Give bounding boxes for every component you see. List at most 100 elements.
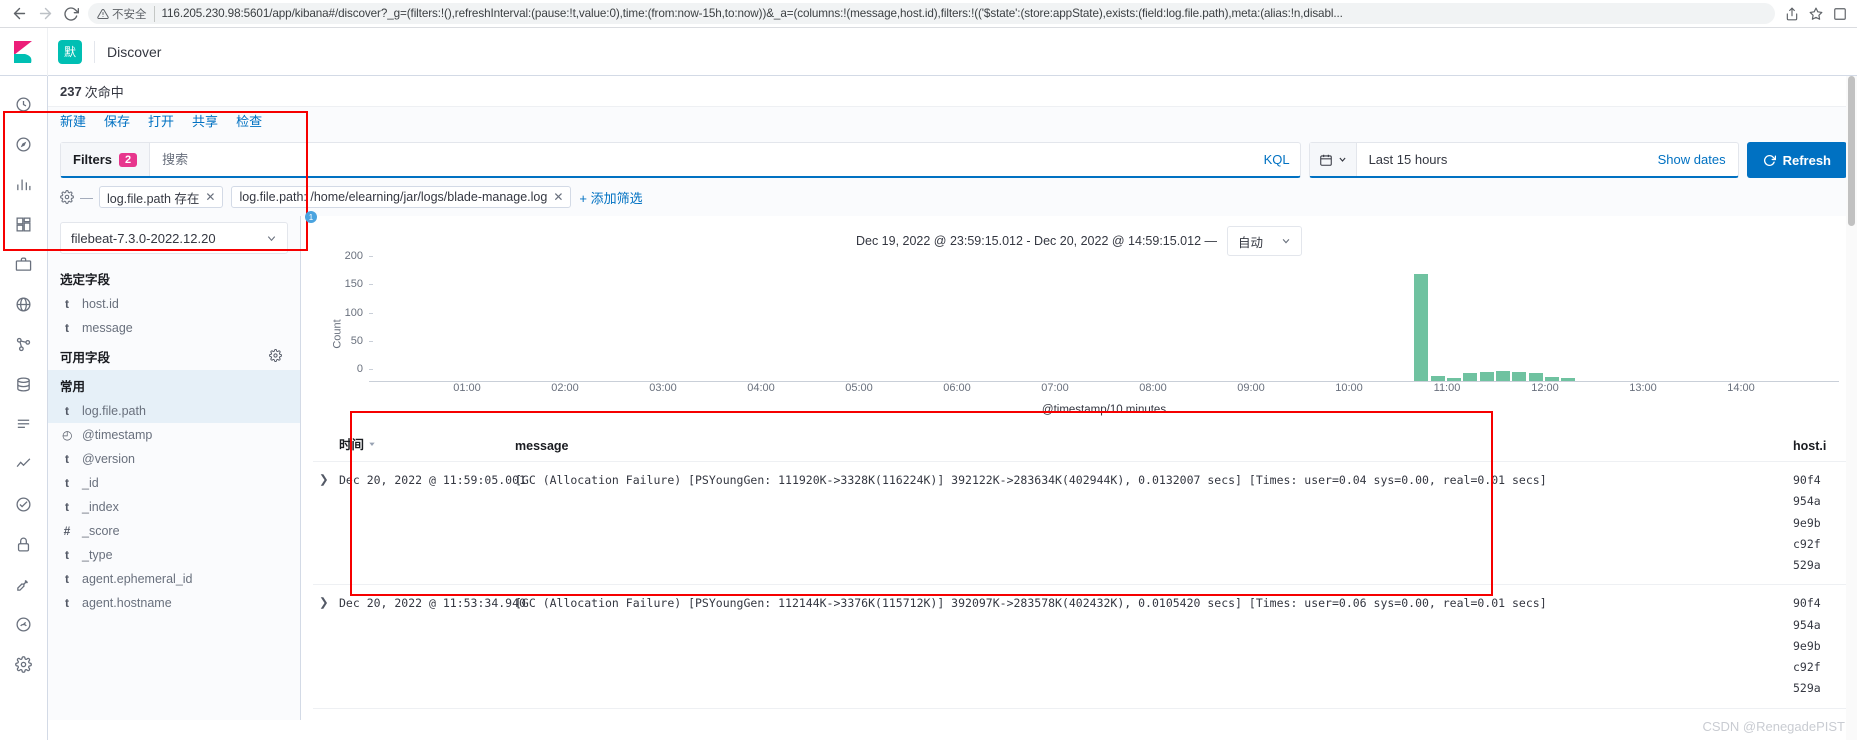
histogram-chart[interactable]: Count 0 50 100 150 200 01:00 02:00 03:00 04:00 0… bbox=[331, 250, 1839, 416]
apm-icon[interactable] bbox=[0, 444, 48, 484]
menu-save[interactable]: 保存 bbox=[104, 111, 130, 130]
space-badge[interactable]: 默 bbox=[58, 39, 82, 64]
field-name: @timestamp bbox=[82, 428, 153, 442]
field-index[interactable]: t _index bbox=[48, 495, 300, 519]
add-filter-button[interactable]: + 添加筛选 bbox=[579, 188, 642, 207]
address-bar[interactable]: 不安全 116.205.230.98:5601/app/kibana#/disc… bbox=[88, 3, 1775, 24]
field-agent-hostname[interactable]: t agent.hostname bbox=[48, 591, 300, 615]
chart-y-tick: 150 bbox=[345, 278, 374, 290]
field-name: @version bbox=[82, 452, 135, 466]
filter-options-gear-icon[interactable] bbox=[60, 190, 78, 204]
chart-bar[interactable] bbox=[1463, 373, 1478, 381]
hits-count-row: 237 次命中 bbox=[48, 76, 1857, 106]
expand-row-icon[interactable]: ❯ bbox=[313, 593, 339, 614]
field-type-icon: t bbox=[65, 548, 69, 562]
chevron-down-icon bbox=[1282, 238, 1290, 244]
chart-y-tick: 50 bbox=[351, 335, 374, 347]
reload-button[interactable] bbox=[58, 3, 84, 25]
share-icon[interactable] bbox=[1781, 3, 1803, 25]
filter-pill-exists-label: log.file.path 存在 bbox=[107, 191, 200, 206]
scrollbar-thumb[interactable] bbox=[1848, 76, 1855, 226]
recently-viewed-icon[interactable] bbox=[0, 84, 48, 124]
calendar-icon bbox=[1319, 154, 1332, 166]
management-gear-icon[interactable] bbox=[0, 644, 48, 684]
machine-learning-icon[interactable] bbox=[0, 324, 48, 364]
field-type[interactable]: t _type bbox=[48, 543, 300, 567]
chart-x-axis-label: @timestamp/10 minutes bbox=[1041, 404, 1167, 416]
siem-lock-icon[interactable] bbox=[0, 524, 48, 564]
column-message[interactable]: message bbox=[515, 439, 1793, 453]
field-version[interactable]: t @version bbox=[48, 447, 300, 471]
field-log-file-path[interactable]: t log.file.path bbox=[48, 399, 300, 423]
field-settings-gear-icon[interactable] bbox=[269, 348, 288, 365]
field-name: message bbox=[82, 321, 133, 335]
extensions-icon[interactable] bbox=[1829, 3, 1851, 25]
interval-select[interactable]: 自动 bbox=[1227, 226, 1303, 256]
menu-open[interactable]: 打开 bbox=[148, 111, 174, 130]
warning-triangle-icon bbox=[97, 8, 109, 19]
index-pattern-select[interactable]: filebeat-7.3.0-2022.12.20 bbox=[60, 222, 288, 254]
page-scrollbar[interactable] bbox=[1846, 76, 1857, 740]
calendar-button[interactable] bbox=[1309, 143, 1357, 176]
field-name: agent.hostname bbox=[82, 596, 172, 610]
show-dates-button[interactable]: Show dates bbox=[1646, 143, 1738, 176]
field-host-id[interactable]: t host.id bbox=[48, 292, 300, 316]
close-icon[interactable]: ✕ bbox=[205, 190, 215, 204]
star-icon[interactable] bbox=[1805, 3, 1827, 25]
menu-new[interactable]: 新建 bbox=[60, 111, 86, 130]
filters-tab[interactable]: Filters 2 bbox=[61, 143, 151, 176]
chart-bar[interactable] bbox=[1561, 378, 1576, 381]
forward-button[interactable] bbox=[32, 3, 58, 25]
discover-icon[interactable] bbox=[0, 124, 48, 164]
field-type-icon: t bbox=[65, 452, 69, 466]
field-id[interactable]: t _id bbox=[48, 471, 300, 495]
time-range-display[interactable]: Last 15 hours bbox=[1357, 143, 1646, 176]
available-fields-title: 可用字段 bbox=[60, 351, 111, 365]
insecure-indicator[interactable]: 不安全 bbox=[97, 5, 155, 22]
date-picker: Last 15 hours Show dates bbox=[1308, 142, 1739, 178]
field-score[interactable]: # _score bbox=[48, 519, 300, 543]
field-message[interactable]: t message bbox=[48, 316, 300, 340]
chart-bar[interactable] bbox=[1414, 273, 1429, 381]
field-timestamp[interactable]: ◴ @timestamp bbox=[48, 423, 300, 447]
chart-x-tick: 01:00 bbox=[453, 382, 481, 394]
close-icon[interactable]: ✕ bbox=[553, 190, 563, 204]
sort-desc-icon[interactable] bbox=[368, 440, 376, 448]
uptime-icon[interactable] bbox=[0, 484, 48, 524]
kibana-logo[interactable] bbox=[0, 27, 48, 76]
chart-x-tick: 13:00 bbox=[1629, 382, 1657, 394]
canvas-icon[interactable] bbox=[0, 244, 48, 284]
expand-row-icon[interactable]: ❯ bbox=[313, 470, 339, 491]
chart-bar[interactable] bbox=[1545, 377, 1559, 381]
kibana-header: 默 Discover bbox=[0, 27, 1857, 76]
chart-bar[interactable] bbox=[1496, 370, 1510, 381]
maps-icon[interactable] bbox=[0, 284, 48, 324]
field-agent-ephemeral-id[interactable]: t agent.ephemeral_id bbox=[48, 567, 300, 591]
field-type-icon: t bbox=[65, 572, 69, 586]
refresh-button[interactable]: Refresh bbox=[1746, 142, 1847, 178]
filter-pill-exists[interactable]: log.file.path 存在 ✕ bbox=[99, 186, 224, 208]
query-language-button[interactable]: KQL bbox=[1254, 143, 1300, 176]
infrastructure-icon[interactable] bbox=[0, 364, 48, 404]
visualize-icon[interactable] bbox=[0, 164, 48, 204]
menu-share[interactable]: 共享 bbox=[192, 111, 218, 130]
chart-bar[interactable] bbox=[1430, 376, 1445, 381]
chart-bar[interactable] bbox=[1447, 377, 1461, 381]
monitoring-icon[interactable] bbox=[0, 604, 48, 644]
field-name: agent.ephemeral_id bbox=[82, 572, 193, 586]
search-input[interactable] bbox=[150, 143, 1254, 176]
chart-bar[interactable] bbox=[1479, 371, 1494, 381]
table-row[interactable]: ❯ Dec 20, 2022 @ 11:59:05.001 [GC (Alloc… bbox=[313, 462, 1857, 586]
chart-y-tick: 0 bbox=[357, 363, 374, 375]
table-header-row: 时间 message host.i bbox=[313, 430, 1857, 462]
logs-icon[interactable] bbox=[0, 404, 48, 444]
chart-bar[interactable] bbox=[1528, 373, 1543, 381]
filter-pill-path[interactable]: log.file.path: /home/elearning/jar/logs/… bbox=[231, 186, 572, 208]
column-time[interactable]: 时间 bbox=[339, 434, 515, 453]
chart-bar[interactable] bbox=[1512, 371, 1527, 381]
dashboard-icon[interactable] bbox=[0, 204, 48, 244]
dev-tools-icon[interactable] bbox=[0, 564, 48, 604]
menu-inspect[interactable]: 检查 bbox=[236, 111, 262, 130]
back-button[interactable] bbox=[6, 3, 32, 25]
table-row[interactable]: ❯ Dec 20, 2022 @ 11:53:34.940 [GC (Alloc… bbox=[313, 585, 1857, 709]
